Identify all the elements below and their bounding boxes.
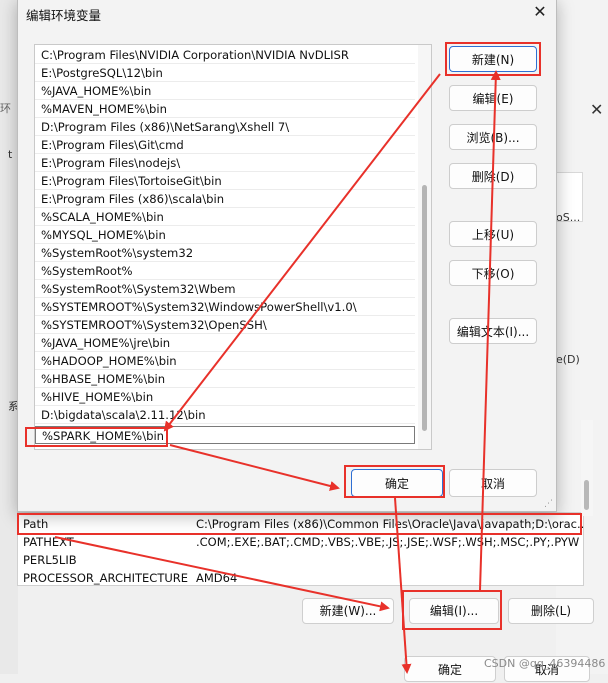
list-item[interactable]: %SCALA_HOME%\bin: [35, 208, 415, 226]
sys-delete-button[interactable]: 删除(L): [508, 598, 594, 624]
list-item[interactable]: %HBASE_HOME%\bin: [35, 370, 415, 388]
var-name: PATHEXT: [23, 535, 74, 549]
background-close-icon[interactable]: ✕: [590, 100, 603, 119]
move-up-button[interactable]: 上移(U): [449, 221, 537, 247]
list-item[interactable]: E:\Program Files\nodejs\: [35, 154, 415, 172]
scrollbar-thumb[interactable]: [422, 185, 427, 431]
scrollbar-thumb[interactable]: [584, 480, 589, 510]
list-item[interactable]: %SYSTEMROOT%\System32\OpenSSH\: [35, 316, 415, 334]
var-value: .COM;.EXE;.BAT;.CMD;.VBS;.VBE;.JS;.JSE;.…: [196, 535, 580, 549]
list-item[interactable]: %SystemRoot%\system32: [35, 244, 415, 262]
list-item[interactable]: E:\PostgreSQL\12\bin: [35, 64, 415, 82]
resize-grip-icon[interactable]: ⋰: [544, 499, 554, 509]
background-fragment-os: oS...: [556, 211, 581, 224]
dialog-title: 编辑环境变量: [26, 8, 102, 23]
table-row[interactable]: Path C:\Program Files (x86)\Common Files…: [18, 515, 583, 533]
dialog-cancel-button[interactable]: 取消: [449, 469, 537, 497]
table-row[interactable]: PERL5LIB: [18, 551, 583, 569]
env-ok-button[interactable]: 确定: [404, 656, 496, 682]
list-item[interactable]: E:\Program Files\Git\cmd: [35, 136, 415, 154]
path-list-scrollbar[interactable]: [418, 45, 431, 449]
list-item[interactable]: E:\Program Files\TortoiseGit\bin: [35, 172, 415, 190]
edit-text-button[interactable]: 编辑文本(I)...: [449, 318, 537, 344]
list-item[interactable]: %SystemRoot%\System32\Wbem: [35, 280, 415, 298]
var-name: Path: [23, 517, 49, 531]
dialog-ok-button[interactable]: 确定: [351, 469, 443, 497]
edit-env-var-dialog: 编辑环境变量 ✕ C:\Program Files\NVIDIA Corpora…: [17, 0, 557, 512]
edit-path-button[interactable]: 编辑(E): [449, 85, 537, 111]
system-variables-list: Path C:\Program Files (x86)\Common Files…: [17, 512, 584, 586]
list-item-selected[interactable]: %SPARK_HOME%\bin: [35, 426, 415, 444]
browse-button[interactable]: 浏览(B)...: [449, 124, 537, 150]
watermark: CSDN @qq_46394486: [484, 657, 606, 670]
list-item[interactable]: %SystemRoot%: [35, 262, 415, 280]
var-name: PERL5LIB: [23, 553, 77, 567]
delete-path-button[interactable]: 删除(D): [449, 163, 537, 189]
var-name: PROCESSOR_ARCHITECTURE: [23, 571, 189, 585]
background-fragment-d: e(D): [556, 353, 580, 366]
list-item[interactable]: %MAVEN_HOME%\bin: [35, 100, 415, 118]
path-list: C:\Program Files\NVIDIA Corporation\NVID…: [34, 44, 432, 450]
new-path-button[interactable]: 新建(N): [449, 46, 537, 72]
var-value: C:\Program Files (x86)\Common Files\Orac…: [196, 517, 584, 531]
list-item[interactable]: C:\Program Files\NVIDIA Corporation\NVID…: [35, 46, 415, 64]
sys-edit-button[interactable]: 编辑(I)...: [409, 598, 499, 624]
close-icon[interactable]: ✕: [525, 0, 555, 24]
list-item[interactable]: %JAVA_HOME%\bin: [35, 82, 415, 100]
var-value: AMD64: [196, 571, 238, 585]
list-item[interactable]: D:\Program Files (x86)\NetSarang\Xshell …: [35, 118, 415, 136]
table-row[interactable]: PATHEXT .COM;.EXE;.BAT;.CMD;.VBS;.VBE;.J…: [18, 533, 583, 551]
list-item[interactable]: %HIVE_HOME%\bin: [35, 388, 415, 406]
system-vars-scrollbar[interactable]: [581, 420, 593, 516]
list-item[interactable]: %JAVA_HOME%\jre\bin: [35, 334, 415, 352]
list-item[interactable]: %MYSQL_HOME%\bin: [35, 226, 415, 244]
list-item[interactable]: D:\bigdata\scala\2.11.12\bin: [35, 406, 415, 424]
table-row[interactable]: PROCESSOR_ARCHITECTURE AMD64: [18, 569, 583, 585]
list-item[interactable]: %SYSTEMROOT%\System32\WindowsPowerShell\…: [35, 298, 415, 316]
background-label-fragment: t: [8, 148, 13, 161]
sys-new-button[interactable]: 新建(W)...: [302, 598, 394, 624]
move-down-button[interactable]: 下移(O): [449, 260, 537, 286]
list-item[interactable]: %HADOOP_HOME%\bin: [35, 352, 415, 370]
list-item[interactable]: E:\Program Files (x86)\scala\bin: [35, 190, 415, 208]
